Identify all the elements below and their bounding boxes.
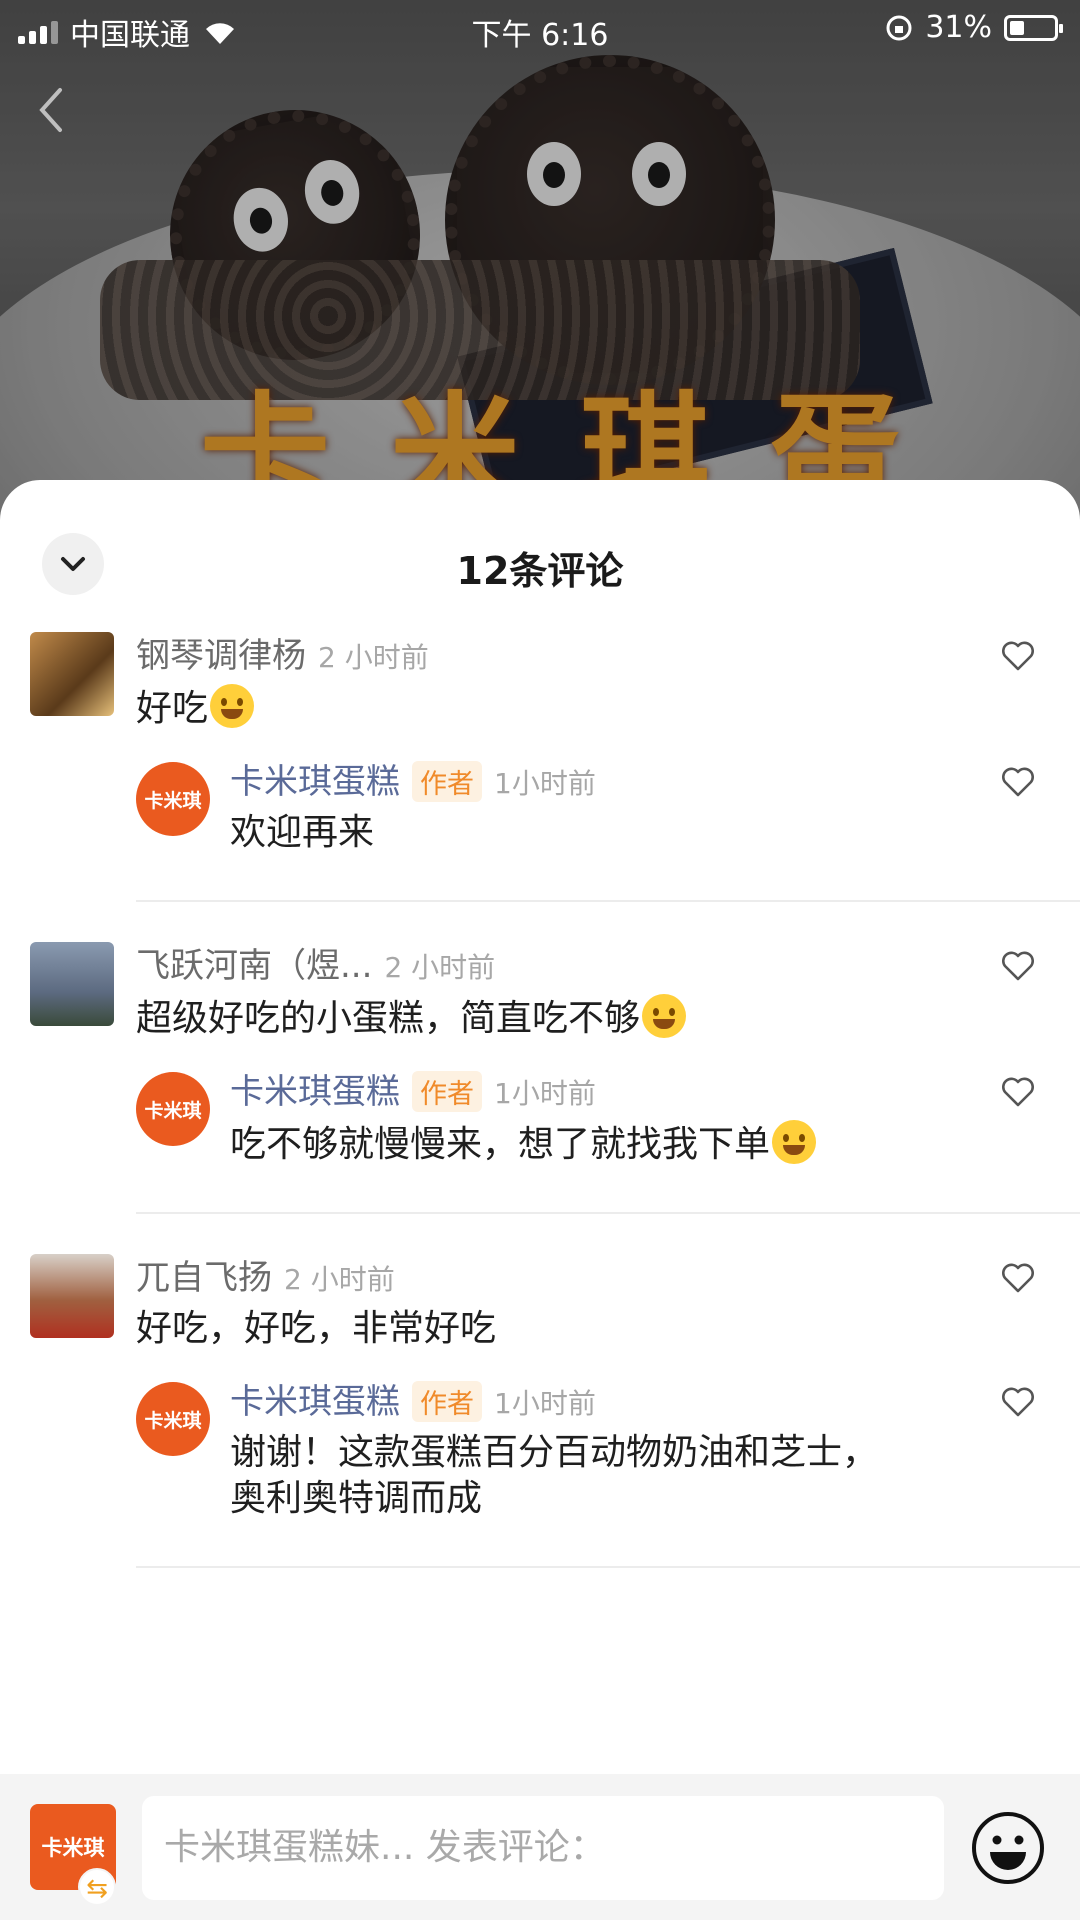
divider xyxy=(136,1212,1080,1214)
comment-username[interactable]: 钢琴调律杨 xyxy=(136,628,306,677)
heart-outline-icon[interactable] xyxy=(1000,1384,1036,1420)
switch-account-icon[interactable]: ⇆ xyxy=(78,1868,116,1906)
back-button[interactable] xyxy=(30,80,90,140)
comment-time: 2 小时前 xyxy=(318,641,429,674)
heart-outline-icon[interactable] xyxy=(1000,764,1036,800)
comment-username[interactable]: 兀自飞扬 xyxy=(136,1250,272,1299)
comment-input-bar: 卡米琪 ⇆ 卡米琪蛋糕妹... 发表评论： xyxy=(0,1774,1080,1920)
heart-outline-icon[interactable] xyxy=(1000,1260,1036,1296)
comment-text: 好吃 xyxy=(136,684,1020,732)
reply-item: 卡米琪 卡米琪蛋糕 作者 1小时前 吃不够就慢慢来，想了就找我下单 xyxy=(136,1064,1034,1168)
reply-username[interactable]: 卡米琪蛋糕 xyxy=(230,754,400,803)
comment-text: 好吃，好吃，非常好吃 xyxy=(136,1308,497,1349)
reply-time: 1小时前 xyxy=(494,1077,596,1110)
comment-item: 兀自飞扬 2 小时前 好吃，好吃，非常好吃 卡米琪 卡米琪蛋糕 作者 1小时前 … xyxy=(0,1250,1080,1522)
back-chevron-icon xyxy=(39,88,62,132)
reply-item: 卡米琪 卡米琪蛋糕 作者 1小时前 谢谢！这款蛋糕百分百动物奶油和芝士， 奥利奥… xyxy=(136,1374,1034,1522)
rotation-lock-icon xyxy=(886,15,912,40)
reply-time: 1小时前 xyxy=(494,767,596,800)
heart-outline-icon[interactable] xyxy=(1000,638,1036,674)
comment-count-title: 12条评论 xyxy=(456,549,624,593)
divider xyxy=(136,900,1080,902)
reply-text: 欢迎再来 xyxy=(230,812,375,853)
avatar[interactable] xyxy=(30,1254,114,1338)
reply-username[interactable]: 卡米琪蛋糕 xyxy=(230,1064,400,1113)
divider xyxy=(136,1566,1080,1568)
reply-text-line: 谢谢！这款蛋糕百分百动物奶油和芝士， xyxy=(230,1432,879,1473)
reply-username[interactable]: 卡米琪蛋糕 xyxy=(230,1374,400,1423)
grin-emoji-icon xyxy=(642,994,687,1038)
reply-text: 吃不够就慢慢来，想了就找我下单 xyxy=(230,1120,1020,1168)
author-avatar[interactable]: 卡米琪 xyxy=(136,1072,210,1146)
author-avatar[interactable]: 卡米琪 xyxy=(136,762,210,836)
battery-icon xyxy=(1004,14,1063,41)
reply-item: 卡米琪 卡米琪蛋糕 作者 1小时前 欢迎再来 xyxy=(136,754,1034,856)
author-badge: 作者 xyxy=(412,761,482,802)
comment-text: 超级好吃的小蛋糕，简直吃不够 xyxy=(136,994,1020,1042)
yum-emoji-icon xyxy=(210,684,255,728)
video-cover-image: 卡米琪蛋糕 xyxy=(0,0,1080,520)
comment-item: 飞跃河南（煜... 2 小时前 超级好吃的小蛋糕，简直吃不够 卡米琪 卡米琪蛋糕… xyxy=(0,938,1080,1168)
thinking-emoji-icon xyxy=(772,1120,817,1164)
reply-time: 1小时前 xyxy=(494,1387,596,1420)
smiley-icon[interactable] xyxy=(970,1810,1046,1886)
comment-input[interactable]: 卡米琪蛋糕妹... 发表评论： xyxy=(142,1796,944,1900)
avatar[interactable] xyxy=(30,632,114,716)
comment-time: 2 小时前 xyxy=(384,951,496,984)
status-bar: 中国联通 下午 6:16 31% xyxy=(0,0,1080,56)
heart-outline-icon[interactable] xyxy=(1000,948,1036,984)
author-badge: 作者 xyxy=(412,1071,482,1112)
comment-item: 钢琴调律杨 2 小时前 好吃 卡米琪 卡米琪蛋糕 作者 1小时前 欢迎再来 xyxy=(0,628,1080,856)
comment-sheet: 12条评论 钢琴调律杨 2 小时前 好吃 卡米琪 卡米琪蛋糕 作者 1小时前 欢… xyxy=(0,480,1080,1920)
comment-time: 2 小时前 xyxy=(284,1263,395,1296)
author-avatar[interactable]: 卡米琪 xyxy=(136,1382,210,1456)
avatar[interactable] xyxy=(30,942,114,1026)
reply-text-line: 奥利奥特调而成 xyxy=(230,1478,483,1519)
heart-outline-icon[interactable] xyxy=(1000,1074,1036,1110)
comment-username[interactable]: 飞跃河南（煜... xyxy=(136,938,372,987)
author-badge: 作者 xyxy=(412,1381,482,1422)
battery-percent: 31% xyxy=(925,10,992,45)
